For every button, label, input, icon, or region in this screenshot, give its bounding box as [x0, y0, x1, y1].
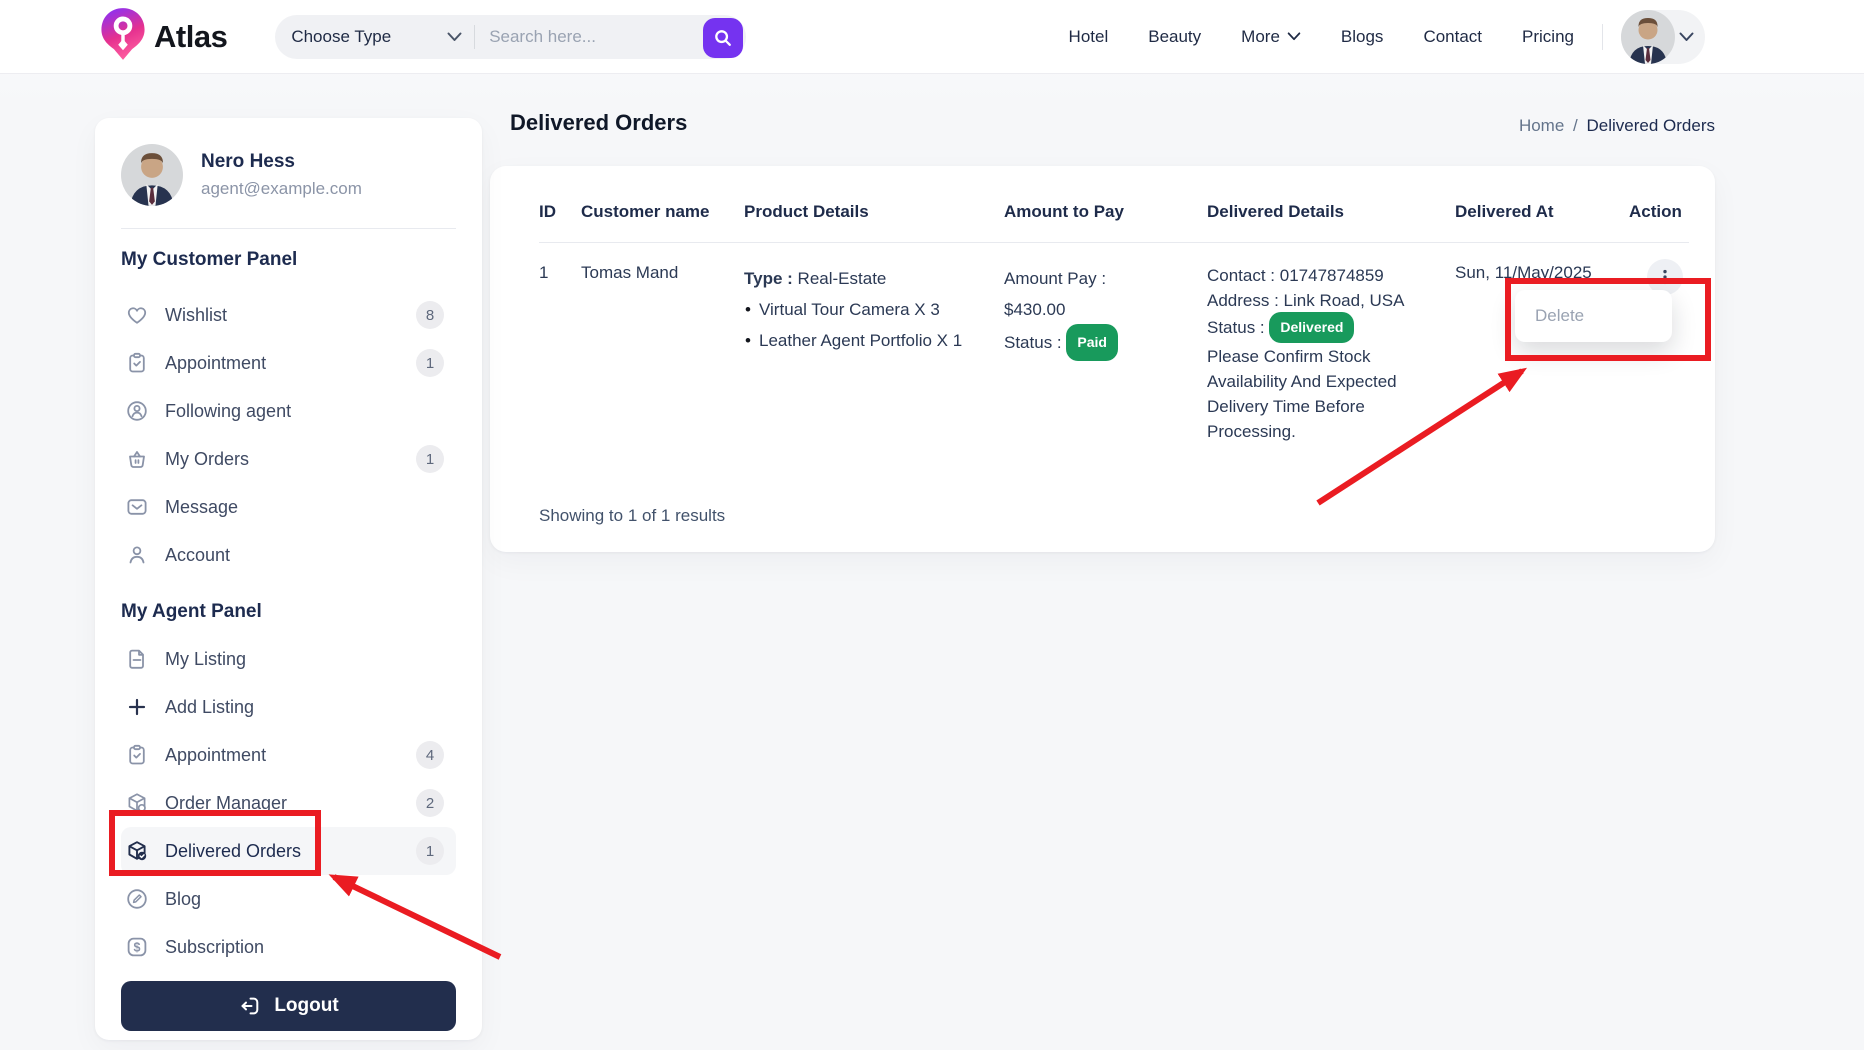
chevron-down-icon: [447, 32, 462, 41]
plus-icon: [125, 695, 149, 719]
user-name: Nero Hess: [201, 151, 295, 172]
section-heading-customer-panel: My Customer Panel: [121, 249, 298, 270]
search-bar: Choose Type: [275, 14, 747, 59]
sidebar-item-delivered-orders[interactable]: Delivered Orders 1: [121, 827, 456, 875]
clipboard-check-icon: [125, 743, 149, 767]
status-badge-delivered: Delivered: [1269, 312, 1355, 343]
atlas-logo-icon: [100, 7, 146, 66]
app-root: Atlas Choose Type Hotel Beauty More Blog…: [0, 0, 1864, 1050]
user-circle-icon: [125, 399, 149, 423]
sidebar-item-appointment[interactable]: Appointment 1: [121, 339, 456, 387]
count-badge: 1: [416, 349, 444, 377]
heart-icon: [125, 303, 149, 327]
nav-more[interactable]: More: [1241, 27, 1301, 47]
breadcrumb-home-link[interactable]: Home: [1519, 116, 1564, 135]
count-badge: 2: [416, 789, 444, 817]
delivered-orders-table-card: ID Customer name Product Details Amount …: [490, 166, 1715, 552]
cell-customer-name: Tomas Mand: [581, 263, 679, 282]
count-badge: 1: [416, 837, 444, 865]
delete-menu-item[interactable]: Delete: [1535, 306, 1584, 326]
col-header-product: Product Details: [744, 202, 869, 221]
sidebar-item-my-listing[interactable]: My Listing: [121, 635, 456, 683]
sidebar-item-my-orders[interactable]: My Orders 1: [121, 435, 456, 483]
cell-product-details: Type : Real-Estate Virtual Tour Camera X…: [744, 263, 1004, 444]
sidebar-item-following-agent[interactable]: Following agent: [121, 387, 456, 435]
row-action-menu: Delete: [1515, 290, 1672, 342]
avatar: [121, 144, 183, 206]
results-count: Showing to 1 of 1 results: [539, 506, 726, 525]
cell-delivered-details: Contact : 01747874859 Address : Link Roa…: [1207, 263, 1455, 444]
col-header-customer: Customer name: [581, 202, 710, 221]
product-item: Leather Agent Portfolio X 1: [744, 325, 1004, 356]
nav-pricing[interactable]: Pricing: [1522, 27, 1574, 47]
page-title: Delivered Orders: [510, 110, 688, 135]
section-heading-agent-panel: My Agent Panel: [121, 601, 262, 622]
choose-type-dropdown[interactable]: Choose Type: [289, 27, 474, 47]
user-email: agent@example.com: [201, 179, 362, 198]
envelope-icon: [125, 495, 149, 519]
sidebar-item-account[interactable]: Account: [121, 531, 456, 579]
count-badge: 1: [416, 445, 444, 473]
nav-hotel[interactable]: Hotel: [1069, 27, 1109, 47]
search-icon: [715, 29, 732, 46]
sidebar-item-message[interactable]: Message: [121, 483, 456, 531]
search-button[interactable]: [703, 17, 744, 58]
status-badge-paid: Paid: [1066, 324, 1118, 361]
nav-blogs[interactable]: Blogs: [1341, 27, 1384, 47]
cell-id: 1: [539, 263, 549, 282]
svg-text:$: $: [134, 940, 141, 954]
col-header-id: ID: [539, 202, 556, 221]
avatar: [1621, 9, 1675, 64]
document-icon: [125, 647, 149, 671]
col-header-delivered-at: Delivered At: [1455, 202, 1554, 221]
divider: [474, 24, 476, 49]
dollar-icon: $: [125, 935, 149, 959]
package-search-icon: [125, 791, 149, 815]
delivery-note: Please Confirm Stock Availability And Ex…: [1207, 347, 1397, 441]
count-badge: 8: [416, 301, 444, 329]
sidebar: Nero Hess agent@example.com My Customer …: [95, 118, 482, 1040]
breadcrumb: Home / Delivered Orders: [1518, 116, 1716, 135]
col-header-delivered-details: Delivered Details: [1207, 202, 1345, 221]
user-menu[interactable]: [1621, 9, 1705, 64]
product-item: Virtual Tour Camera X 3: [744, 294, 1004, 325]
logout-icon: [238, 994, 262, 1018]
divider: [121, 228, 456, 229]
top-header: Atlas Choose Type Hotel Beauty More Blog…: [0, 0, 1864, 74]
user-icon: [125, 543, 149, 567]
count-badge: 4: [416, 741, 444, 769]
sidebar-item-order-manager[interactable]: Order Manager 2: [121, 779, 456, 827]
sidebar-item-subscription[interactable]: $ Subscription: [121, 923, 456, 971]
nav-beauty[interactable]: Beauty: [1148, 27, 1201, 47]
brand-name: Atlas: [154, 18, 228, 54]
nav-contact[interactable]: Contact: [1423, 27, 1482, 47]
basket-icon: [125, 447, 149, 471]
chevron-down-icon: [1679, 32, 1694, 42]
main-nav: Hotel Beauty More Blogs Contact Pricing: [1069, 27, 1574, 47]
sidebar-item-wishlist[interactable]: Wishlist 8: [121, 291, 456, 339]
sidebar-item-add-listing[interactable]: Add Listing: [121, 683, 456, 731]
sidebar-item-appointment-agent[interactable]: Appointment 4: [121, 731, 456, 779]
package-check-icon: [125, 839, 149, 863]
logout-button[interactable]: Logout: [121, 981, 456, 1031]
sidebar-item-blog[interactable]: Blog: [121, 875, 456, 923]
divider: [1602, 23, 1603, 50]
table-header-row: ID Customer name Product Details Amount …: [539, 202, 1689, 222]
brand[interactable]: Atlas: [100, 7, 228, 66]
kebab-menu-icon: [1663, 269, 1667, 285]
col-header-amount: Amount to Pay: [1004, 202, 1124, 221]
pencil-circle-icon: [125, 887, 149, 911]
chevron-down-icon: [1287, 32, 1301, 41]
breadcrumb-current: Delivered Orders: [1586, 116, 1716, 135]
sidebar-profile: Nero Hess agent@example.com: [121, 144, 456, 206]
col-header-action: Action: [1629, 202, 1682, 221]
table-row: 1 Tomas Mand Type : Real-Estate Virtual …: [539, 243, 1689, 444]
clipboard-check-icon: [125, 351, 149, 375]
cell-amount: Amount Pay : $430.00 Status : Paid: [1004, 263, 1207, 444]
